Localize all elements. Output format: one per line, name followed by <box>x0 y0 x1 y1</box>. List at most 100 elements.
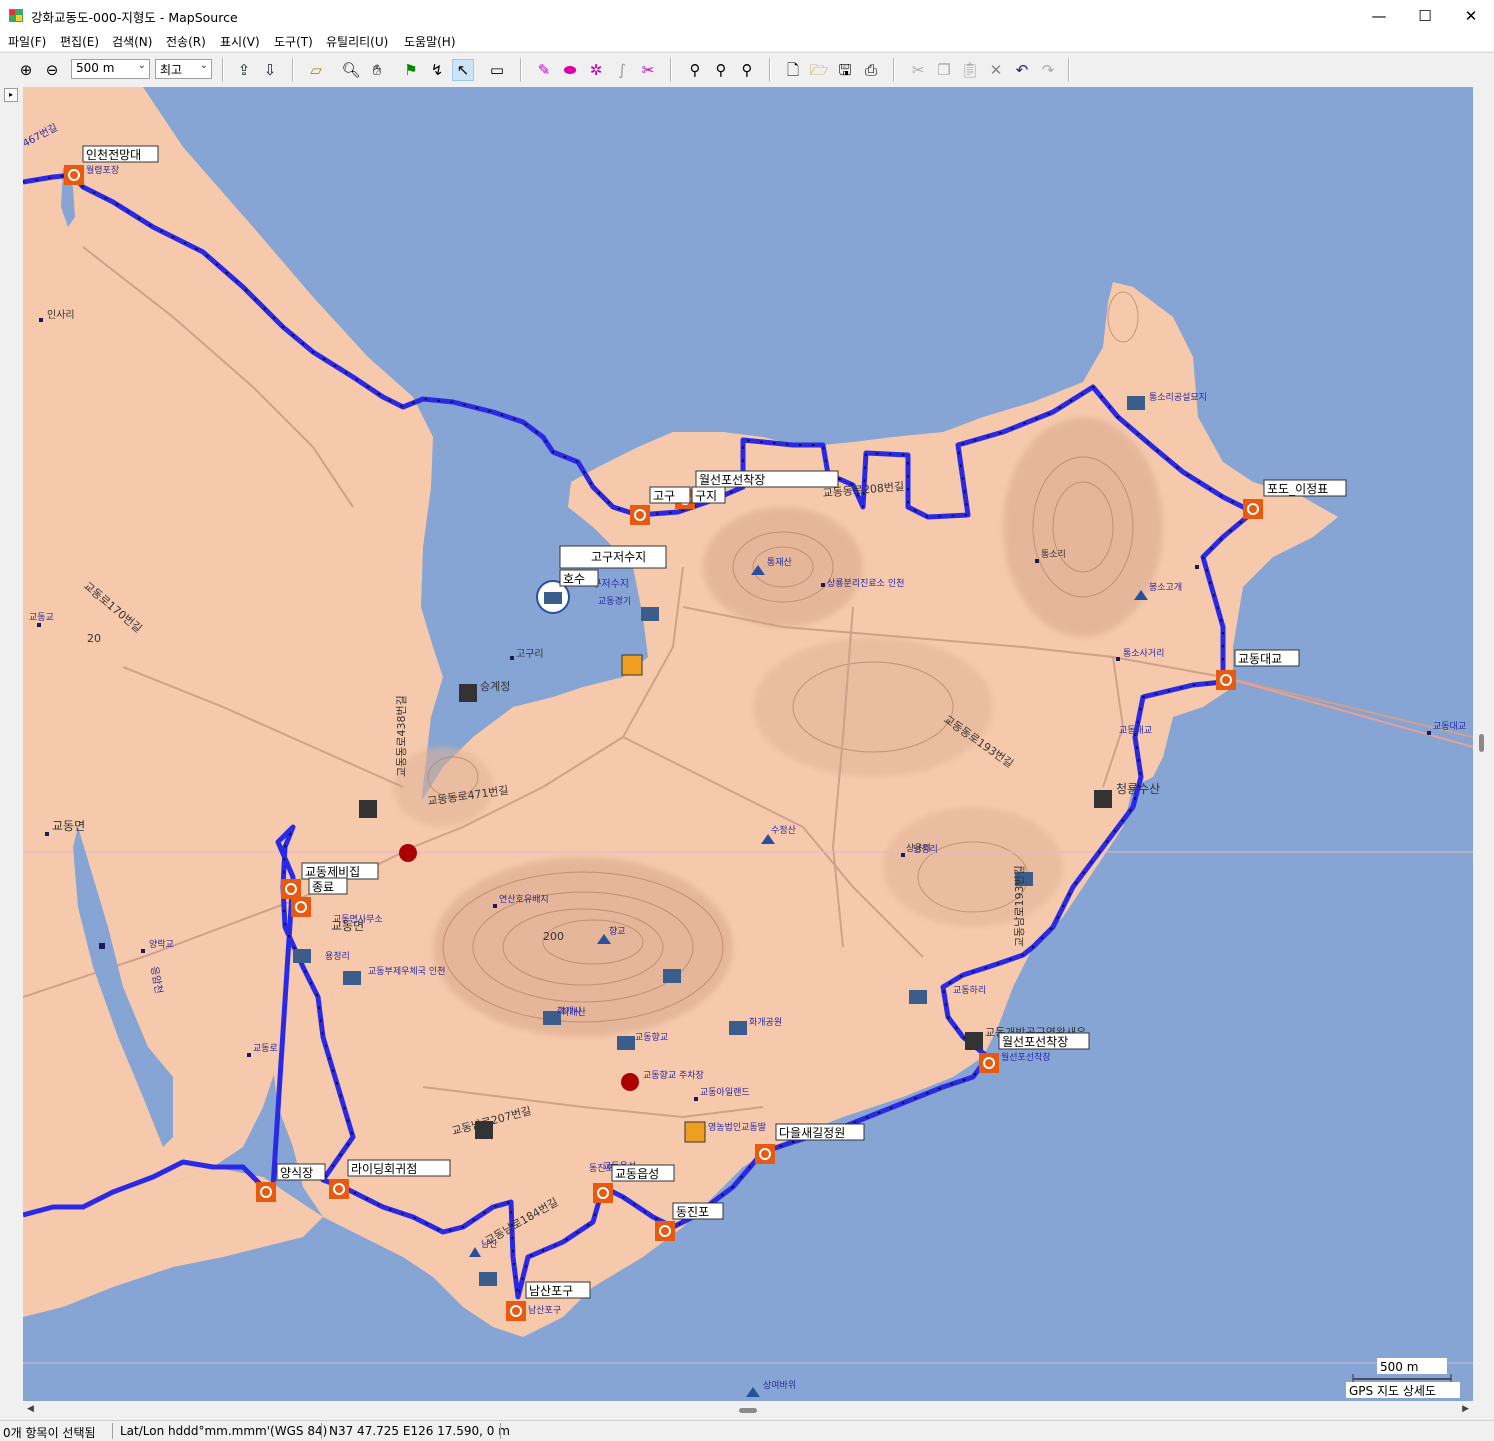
menu-help[interactable]: 도움말(H) <box>404 33 456 50</box>
delete-icon[interactable]: ✕ <box>985 59 1007 81</box>
map-label: 20 <box>87 632 101 645</box>
open-file-icon[interactable]: 🗁︎ <box>808 59 830 81</box>
map-label: 통소리 <box>1041 549 1066 560</box>
menu-search[interactable]: 검색(N) <box>112 33 152 50</box>
waypoint-name: 인천전망대 <box>86 147 141 162</box>
camera-icon <box>617 1036 635 1050</box>
waypoint-icon <box>655 1221 675 1241</box>
map-label: 교동향교 주차장 <box>643 1069 704 1081</box>
camera-icon <box>479 1272 497 1286</box>
camera-icon <box>663 969 681 983</box>
waypoint-name: 라이딩회귀점 <box>351 1162 417 1176</box>
waypoint-name: 월선포선착장 <box>1002 1035 1068 1049</box>
camera-icon <box>1127 396 1145 410</box>
map-label: 교동남로193번길 <box>1013 865 1026 947</box>
measure-distance-icon[interactable]: ▭ <box>486 59 508 81</box>
camera-icon <box>343 971 361 985</box>
waypoint-name: 교동대교 <box>1238 652 1282 666</box>
restaurant-icon <box>359 800 377 818</box>
map-label: 교동면 <box>52 819 85 833</box>
map-label: 월선포선착장 <box>1001 1051 1051 1063</box>
route-tool-icon[interactable]: ↯ <box>426 59 448 81</box>
waypoint-name: 양식장 <box>280 1166 313 1180</box>
hand-tool-icon[interactable]: ✋︎ <box>366 59 388 81</box>
waypoint-icon <box>979 1053 999 1073</box>
waypoint-icon <box>329 1179 349 1199</box>
menu-transfer[interactable]: 전송(R) <box>166 33 206 50</box>
camera-icon <box>909 990 927 1004</box>
menu-utilities[interactable]: 유틸리티(U) <box>326 33 388 50</box>
scale-select[interactable]: 500 m ⌄ <box>71 59 150 79</box>
waypoint-icon <box>755 1144 775 1164</box>
zoom-out-icon[interactable]: ⊖ <box>41 59 63 81</box>
zoom-in-icon[interactable]: ⊕ <box>15 59 37 81</box>
redo-icon[interactable]: ↷ <box>1037 59 1059 81</box>
paste-icon[interactable]: 📋︎ <box>959 59 981 81</box>
horizontal-scrollbar[interactable]: ◀ ▶ <box>23 1402 1473 1419</box>
detail-select[interactable]: 최고 ⌄ <box>155 59 212 79</box>
waypoint-icon <box>1243 499 1263 519</box>
send-to-device-icon[interactable]: ⇩ <box>259 59 281 81</box>
track-color-icon[interactable]: ✎ <box>533 59 555 81</box>
undo-icon[interactable]: ↶ <box>1011 59 1033 81</box>
parking-icon <box>621 1073 639 1091</box>
find-route-icon[interactable]: ⚲ <box>736 59 758 81</box>
copy-icon[interactable]: ❐ <box>933 59 955 81</box>
camera-icon <box>293 949 311 963</box>
vertical-scroll-thumb[interactable] <box>1479 734 1484 752</box>
mapsource-app-icon <box>9 9 23 22</box>
map-label: 교동교 <box>29 612 54 623</box>
scroll-thumb[interactable] <box>739 1408 757 1413</box>
waypoint-name: 교동제비집 <box>305 865 360 879</box>
pointer-tool-icon[interactable]: ↖ <box>452 59 474 81</box>
waypoint-icon <box>64 165 84 185</box>
print-icon[interactable]: ⎙ <box>860 59 882 81</box>
minimize-button[interactable]: — <box>1356 0 1402 31</box>
menu-file[interactable]: 파일(F) <box>8 33 46 50</box>
track-join-icon[interactable]: ∫ <box>611 59 633 81</box>
map-label: 상룡분리진료소 인천 <box>827 578 904 589</box>
side-panel-collapsed: ▸ <box>0 86 22 1402</box>
eraser-icon[interactable]: ⬬ <box>559 59 581 81</box>
map-label: 교동동로438번길 <box>395 695 408 777</box>
new-file-icon[interactable]: 🗋︎ <box>782 59 804 81</box>
track-divide-icon[interactable]: ✂ <box>637 59 659 81</box>
menu-tools[interactable]: 도구(T) <box>274 33 313 50</box>
cut-icon[interactable]: ✂ <box>907 59 929 81</box>
route-recalc-icon[interactable]: ✲ <box>585 59 607 81</box>
scroll-left-icon[interactable]: ◀ <box>27 1404 34 1414</box>
zoom-tool-icon[interactable]: 🔍︎ <box>340 59 362 81</box>
restaurant-icon <box>1094 790 1112 808</box>
map-view[interactable]: 467번길 월령포장 인사리 고구리 승계정 교동면 교동면 교동로170번길 … <box>23 87 1473 1401</box>
map-label: 고구리 <box>516 648 544 660</box>
title-bar: 강화교동도-000-지형도 - MapSource — ☐ ✕ <box>0 0 1494 32</box>
map-label: 승계정 <box>480 680 510 693</box>
waypoint-icon <box>1216 670 1236 690</box>
expand-panel-button[interactable]: ▸ <box>4 88 18 102</box>
selection-tool-icon[interactable]: ▱ <box>305 59 327 81</box>
menu-edit[interactable]: 편집(E) <box>60 33 99 50</box>
maximize-button[interactable]: ☐ <box>1402 0 1448 31</box>
waypoint-name: 고구저수지 <box>591 550 646 564</box>
waypoint-icon <box>593 1183 613 1203</box>
map-label: 연산호유배지 <box>499 894 549 905</box>
camera-icon <box>641 607 659 621</box>
waypoint-name: 포도_이정표 <box>1267 482 1328 496</box>
window-title: 강화교동도-000-지형도 - MapSource <box>31 10 238 25</box>
find-nearby-icon[interactable]: ⚲ <box>710 59 732 81</box>
selection-status: 0개 항목이 선택됨 <box>3 1426 96 1440</box>
menu-view[interactable]: 표시(V) <box>220 33 260 50</box>
map-label: 용정리 <box>325 951 350 962</box>
save-file-icon[interactable]: 🖫︎ <box>834 59 856 81</box>
find-icon[interactable]: ⚲ <box>684 59 706 81</box>
map-label: 교동대교 <box>1433 721 1466 732</box>
waypoint-tool-icon[interactable]: ⚑ <box>400 59 422 81</box>
receive-from-device-icon[interactable]: ⇪ <box>233 59 255 81</box>
map-label: 통재산 <box>767 557 792 568</box>
scroll-right-icon[interactable]: ▶ <box>1462 1404 1469 1414</box>
scale-value: 500 m <box>76 61 115 75</box>
waypoint-icon <box>506 1301 526 1321</box>
map-label: 화개공원 <box>749 1017 782 1028</box>
close-button[interactable]: ✕ <box>1448 0 1494 31</box>
menu-bar: 파일(F) 편집(E) 검색(N) 전송(R) 표시(V) 도구(T) 유틸리티… <box>0 31 1494 51</box>
